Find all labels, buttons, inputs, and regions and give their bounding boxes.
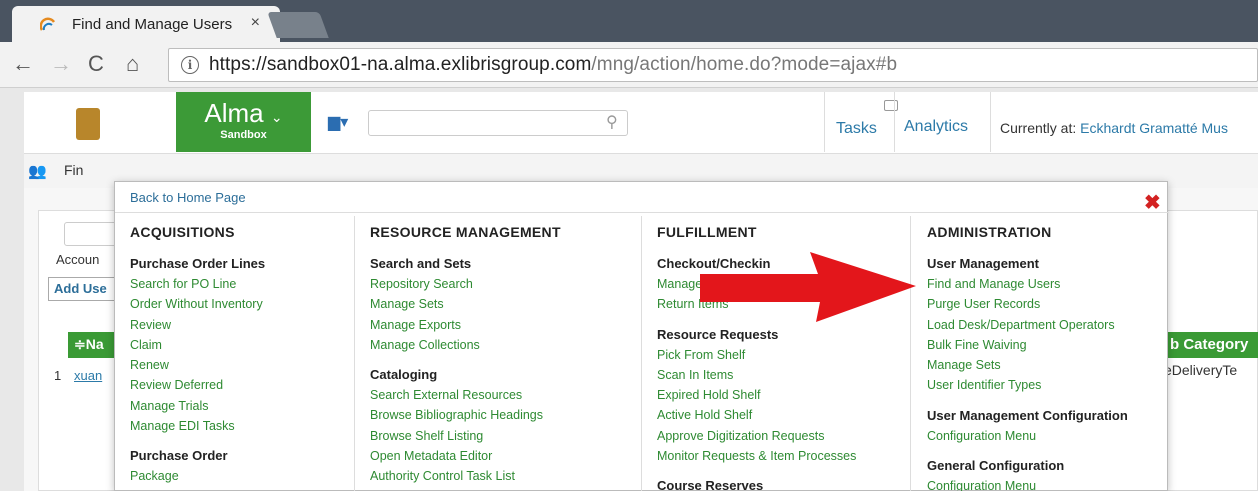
- back-arrow-icon[interactable]: ←: [12, 52, 34, 76]
- add-user-button[interactable]: Add Use: [48, 277, 116, 301]
- menu-item[interactable]: Browse Bibliographic Headings: [370, 405, 640, 425]
- menu-item[interactable]: Active Hold Shelf: [657, 405, 927, 425]
- menu-item[interactable]: Browse Shelf Listing: [370, 426, 640, 446]
- group-heading: Purchase Order Lines: [130, 256, 266, 271]
- group-heading: Purchase Order: [130, 448, 228, 464]
- group-heading: Cataloging: [370, 367, 438, 383]
- analytics-link[interactable]: Analytics: [904, 118, 968, 136]
- chevron-down-icon: ⌄: [270, 109, 283, 125]
- search-input[interactable]: [368, 110, 628, 136]
- page-title: Fin: [64, 162, 84, 178]
- alma-favicon-icon: [40, 17, 56, 31]
- divider: [115, 212, 1169, 213]
- user-link[interactable]: xuan: [74, 368, 102, 383]
- menu-item[interactable]: Purge User Records: [927, 294, 1197, 314]
- menu-column-acquisitions: ACQUISITIONS Purchase Order Lines Search…: [130, 224, 400, 487]
- divider: [641, 216, 642, 491]
- browser-toolbar: ← → C ⌂ i https://sandbox01-na.alma.exli…: [0, 42, 1258, 88]
- institution-logo-icon[interactable]: [76, 108, 100, 140]
- tasks-link[interactable]: Tasks: [836, 120, 877, 138]
- back-to-home-link[interactable]: Back to Home Page: [130, 190, 246, 205]
- url-text: https://sandbox01-na.alma.exlibrisgroup.…: [209, 54, 898, 75]
- divider: [990, 92, 991, 152]
- main-menu-panel: Back to Home Page ✖ ACQUISITIONS Purchas…: [114, 181, 1169, 491]
- menu-item[interactable]: Monitor Requests & Item Processes: [657, 446, 927, 466]
- browser-tab[interactable]: Find and Manage Users ×: [12, 6, 280, 42]
- group-heading: General Configuration: [927, 458, 1065, 474]
- alma-header: Alma ⌄ Sandbox ▆▾ ⚲ Tasks Analytics Curr…: [24, 92, 1258, 154]
- menu-item[interactable]: Approve Digitization Requests: [657, 426, 927, 446]
- info-icon[interactable]: i: [181, 56, 199, 74]
- menu-item[interactable]: Claim: [130, 335, 400, 355]
- menu-item[interactable]: Manage Exports: [370, 315, 640, 335]
- column-heading: RESOURCE MANAGEMENT: [370, 224, 561, 240]
- row-number: 1: [54, 368, 62, 383]
- menu-item[interactable]: Configuration Menu: [927, 426, 1197, 446]
- tab-close-icon[interactable]: ×: [251, 14, 260, 32]
- users-icon: 👥: [28, 163, 47, 180]
- account-label: Accoun: [56, 252, 100, 267]
- red-arrow-icon: [700, 252, 916, 322]
- alma-name: Alma: [204, 98, 264, 128]
- menu-item[interactable]: Order Without Inventory: [130, 294, 400, 314]
- group-heading: Course Reserves: [657, 478, 764, 491]
- menu-item[interactable]: Manage Trials: [130, 396, 400, 416]
- home-icon[interactable]: ⌂: [126, 52, 139, 76]
- group-heading: User Management: [927, 256, 1039, 271]
- column-heading: FULFILLMENT: [657, 224, 757, 240]
- menu-item[interactable]: Open Metadata Editor: [370, 446, 640, 466]
- address-bar[interactable]: i https://sandbox01-na.alma.exlibrisgrou…: [168, 48, 1258, 82]
- menu-item[interactable]: Search for PO Line: [130, 274, 400, 294]
- menu-column-administration: ADMINISTRATION User Management Find and …: [927, 224, 1197, 491]
- tab-title: Find and Manage Users: [72, 15, 233, 33]
- reload-icon[interactable]: C: [88, 52, 104, 76]
- column-heading: ACQUISITIONS: [130, 224, 235, 240]
- menu-item[interactable]: Load Desk/Department Operators: [927, 315, 1197, 335]
- menu-item[interactable]: Pick From Shelf: [657, 345, 927, 365]
- search-type-icon[interactable]: ▆▾: [328, 112, 350, 132]
- menu-item[interactable]: Package: [130, 466, 400, 486]
- menu-item[interactable]: Manage Collections: [370, 335, 640, 355]
- menu-item[interactable]: User Identifier Types: [927, 375, 1197, 395]
- menu-item[interactable]: Review Deferred: [130, 375, 400, 395]
- tasks-bubble-icon: [884, 100, 898, 111]
- menu-item[interactable]: Repository Search: [370, 274, 640, 294]
- group-heading: User Management Configuration: [927, 407, 1128, 423]
- menu-item[interactable]: Configuration Menu: [927, 476, 1197, 491]
- column-heading: ADMINISTRATION: [927, 224, 1052, 240]
- search-icon[interactable]: ⚲: [606, 112, 618, 132]
- divider: [824, 92, 825, 152]
- menu-item[interactable]: Scan In Items: [657, 365, 927, 385]
- menu-item[interactable]: Manage Sets: [927, 355, 1197, 375]
- forward-arrow-icon[interactable]: →: [50, 52, 72, 76]
- menu-item[interactable]: Manage Sets: [370, 294, 640, 314]
- menu-item[interactable]: Manage EDI Tasks: [130, 416, 400, 436]
- current-location[interactable]: Currently at: Eckhardt Gramatté Mus: [1000, 120, 1228, 136]
- divider: [894, 92, 895, 152]
- divider: [354, 216, 355, 491]
- new-tab-button[interactable]: [267, 12, 329, 38]
- menu-item[interactable]: Bulk Fine Waiving: [927, 335, 1197, 355]
- menu-item-find-and-manage-users[interactable]: Find and Manage Users: [927, 274, 1197, 294]
- menu-item[interactable]: Renew: [130, 355, 400, 375]
- menu-item[interactable]: Review: [130, 315, 400, 335]
- menu-item[interactable]: Authority Control Task List: [370, 466, 640, 486]
- menu-item[interactable]: Expired Hold Shelf: [657, 385, 927, 405]
- group-heading: Search and Sets: [370, 256, 472, 271]
- menu-item[interactable]: Search External Resources: [370, 385, 640, 405]
- menu-column-resource-management: RESOURCE MANAGEMENT Search and Sets Repo…: [370, 224, 640, 487]
- alma-menu-button[interactable]: Alma ⌄ Sandbox: [176, 92, 311, 152]
- browser-tab-bar: Find and Manage Users ×: [0, 0, 1258, 42]
- alma-sub: Sandbox: [220, 129, 267, 141]
